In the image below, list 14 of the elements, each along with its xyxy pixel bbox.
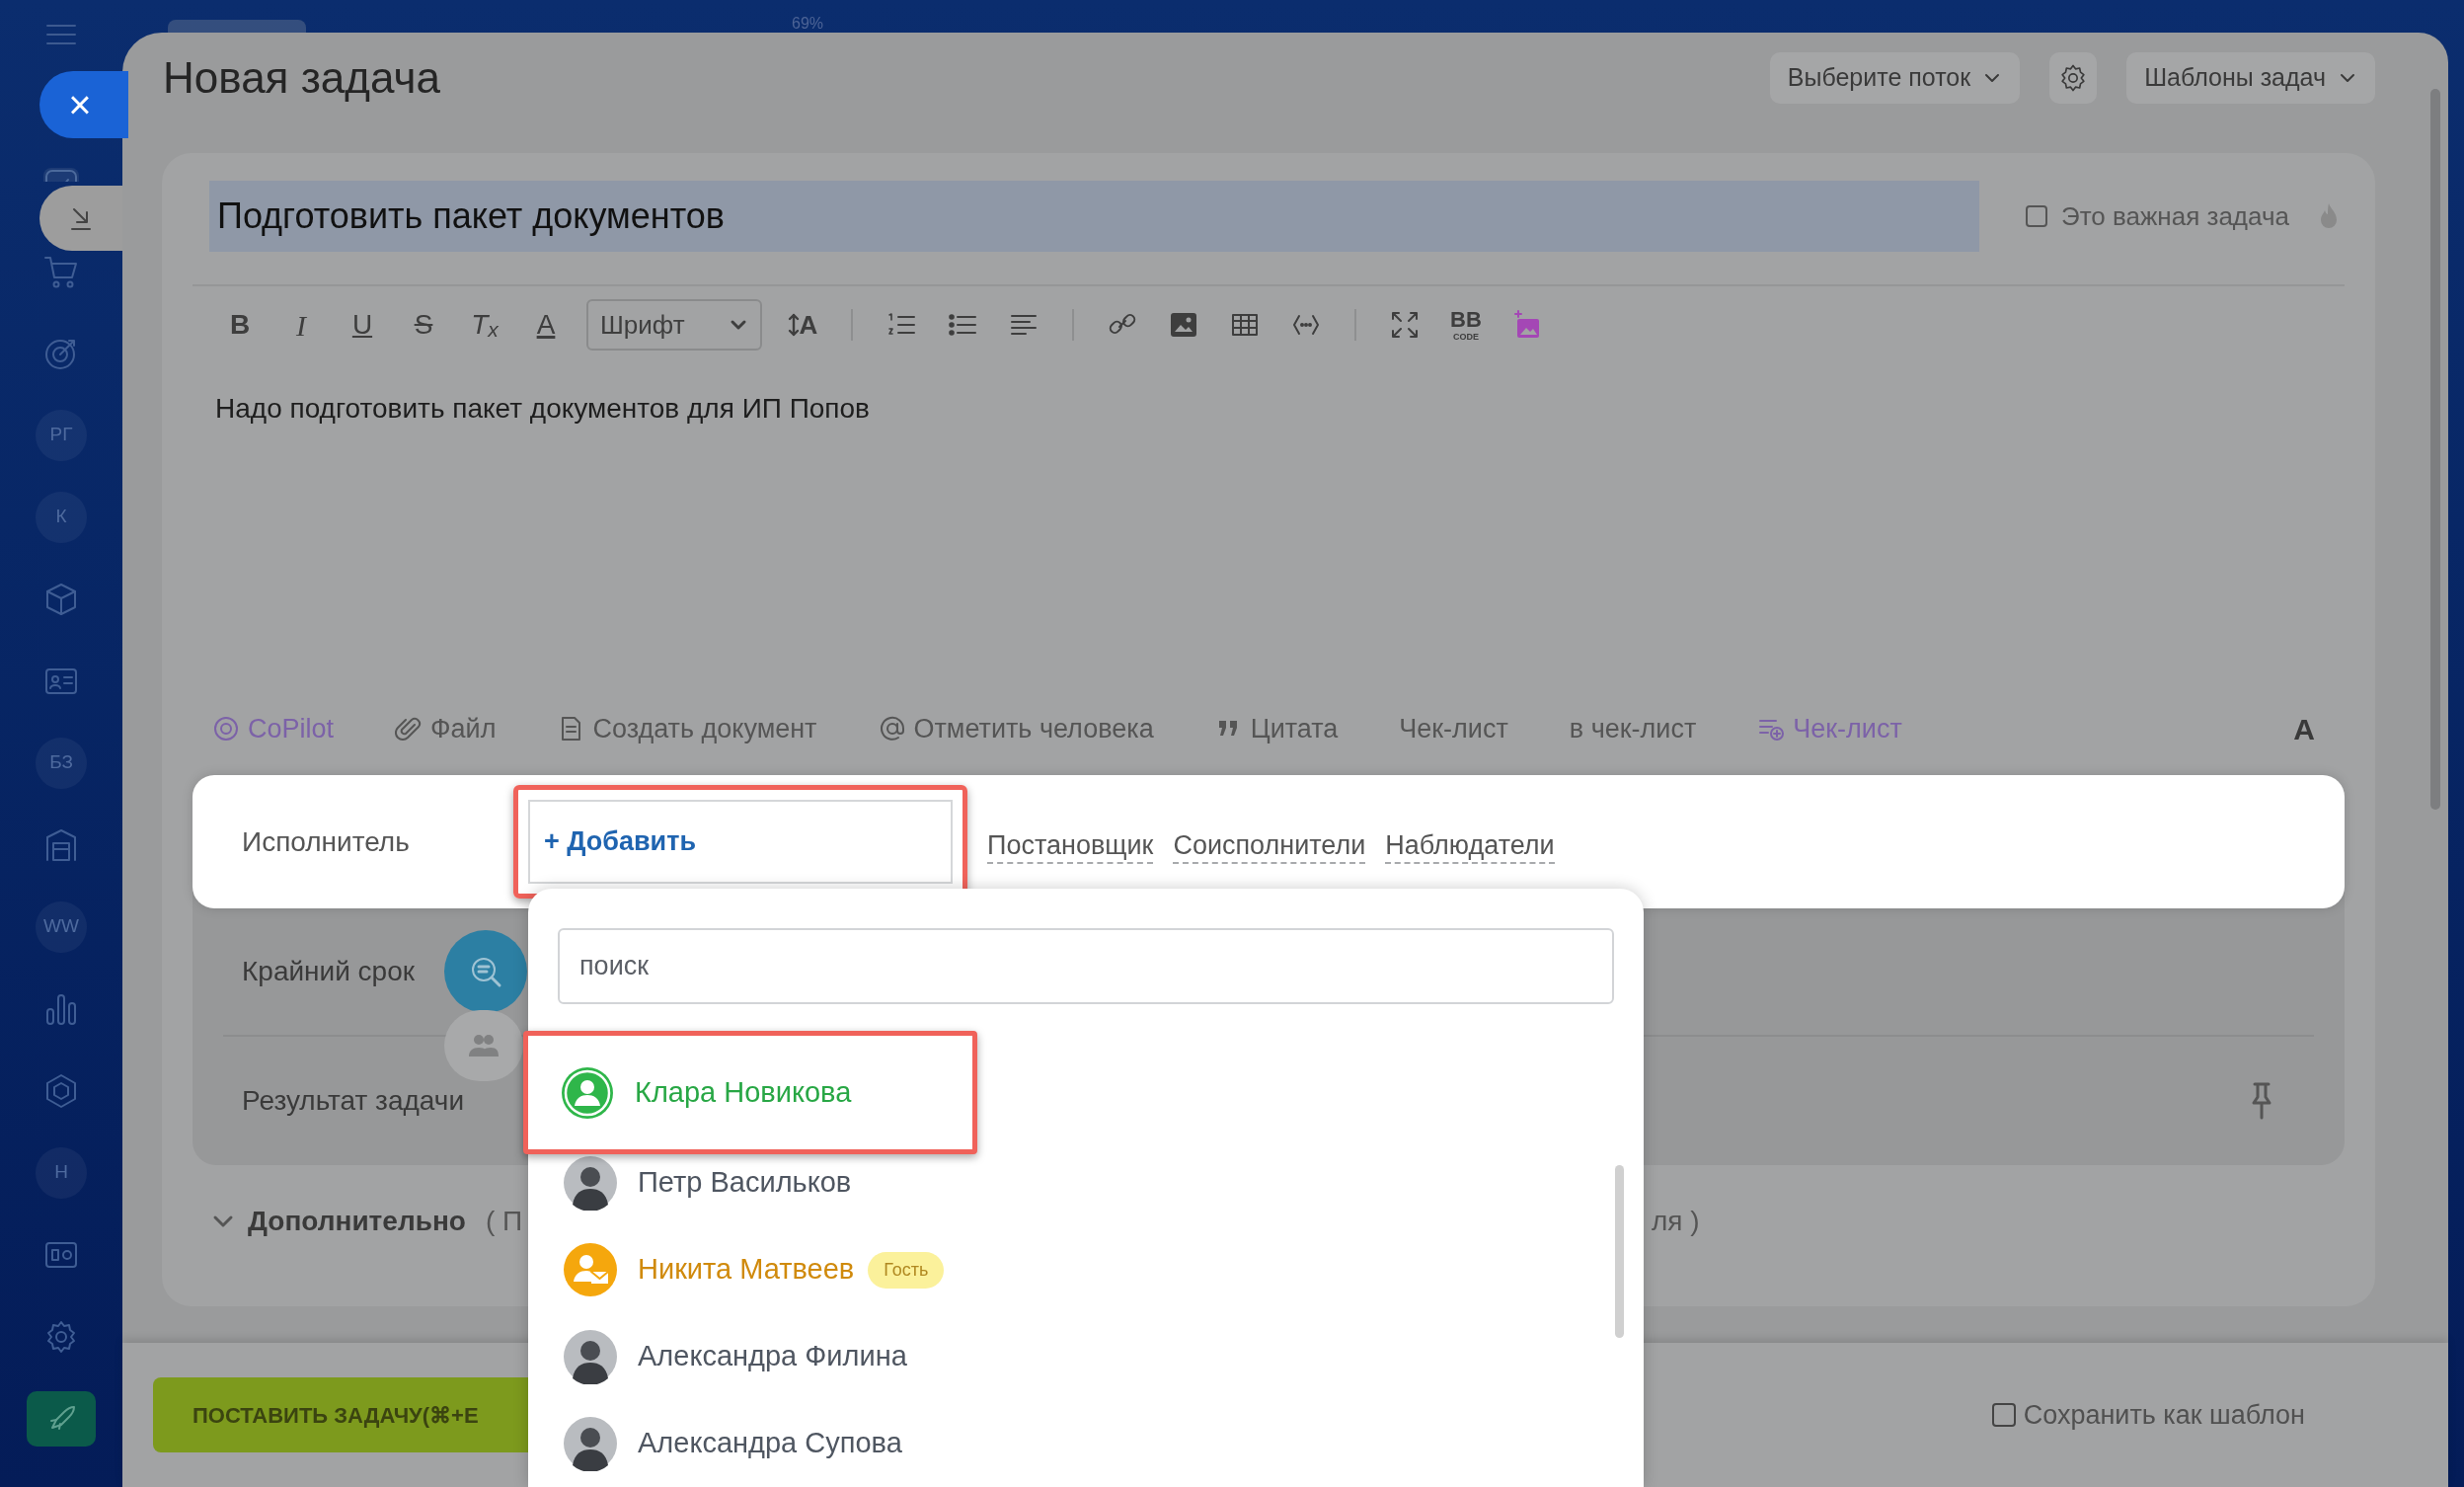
window-title: Новая задача <box>163 52 440 104</box>
user-name: Никита Матвеев <box>638 1252 855 1288</box>
section-hint: ( П <box>485 1205 523 1238</box>
task-description: Надо подготовить пакет документов для ИП Попов <box>214 392 871 426</box>
field-label: Исполнитель <box>242 824 411 859</box>
user-name: Клара Новикова <box>635 1074 852 1110</box>
user-name: Петр Васильков <box>638 1165 852 1201</box>
user-name: Александра Филина <box>638 1339 907 1374</box>
user-name: Александра Супова <box>638 1426 902 1461</box>
zoom-level: 69% <box>792 14 824 34</box>
field-label: Результат задачи <box>241 1084 465 1118</box>
field-label: Крайний срок <box>241 955 416 988</box>
guest-badge: Гость <box>868 1251 945 1289</box>
section-hint: ля ) <box>1652 1205 1700 1238</box>
